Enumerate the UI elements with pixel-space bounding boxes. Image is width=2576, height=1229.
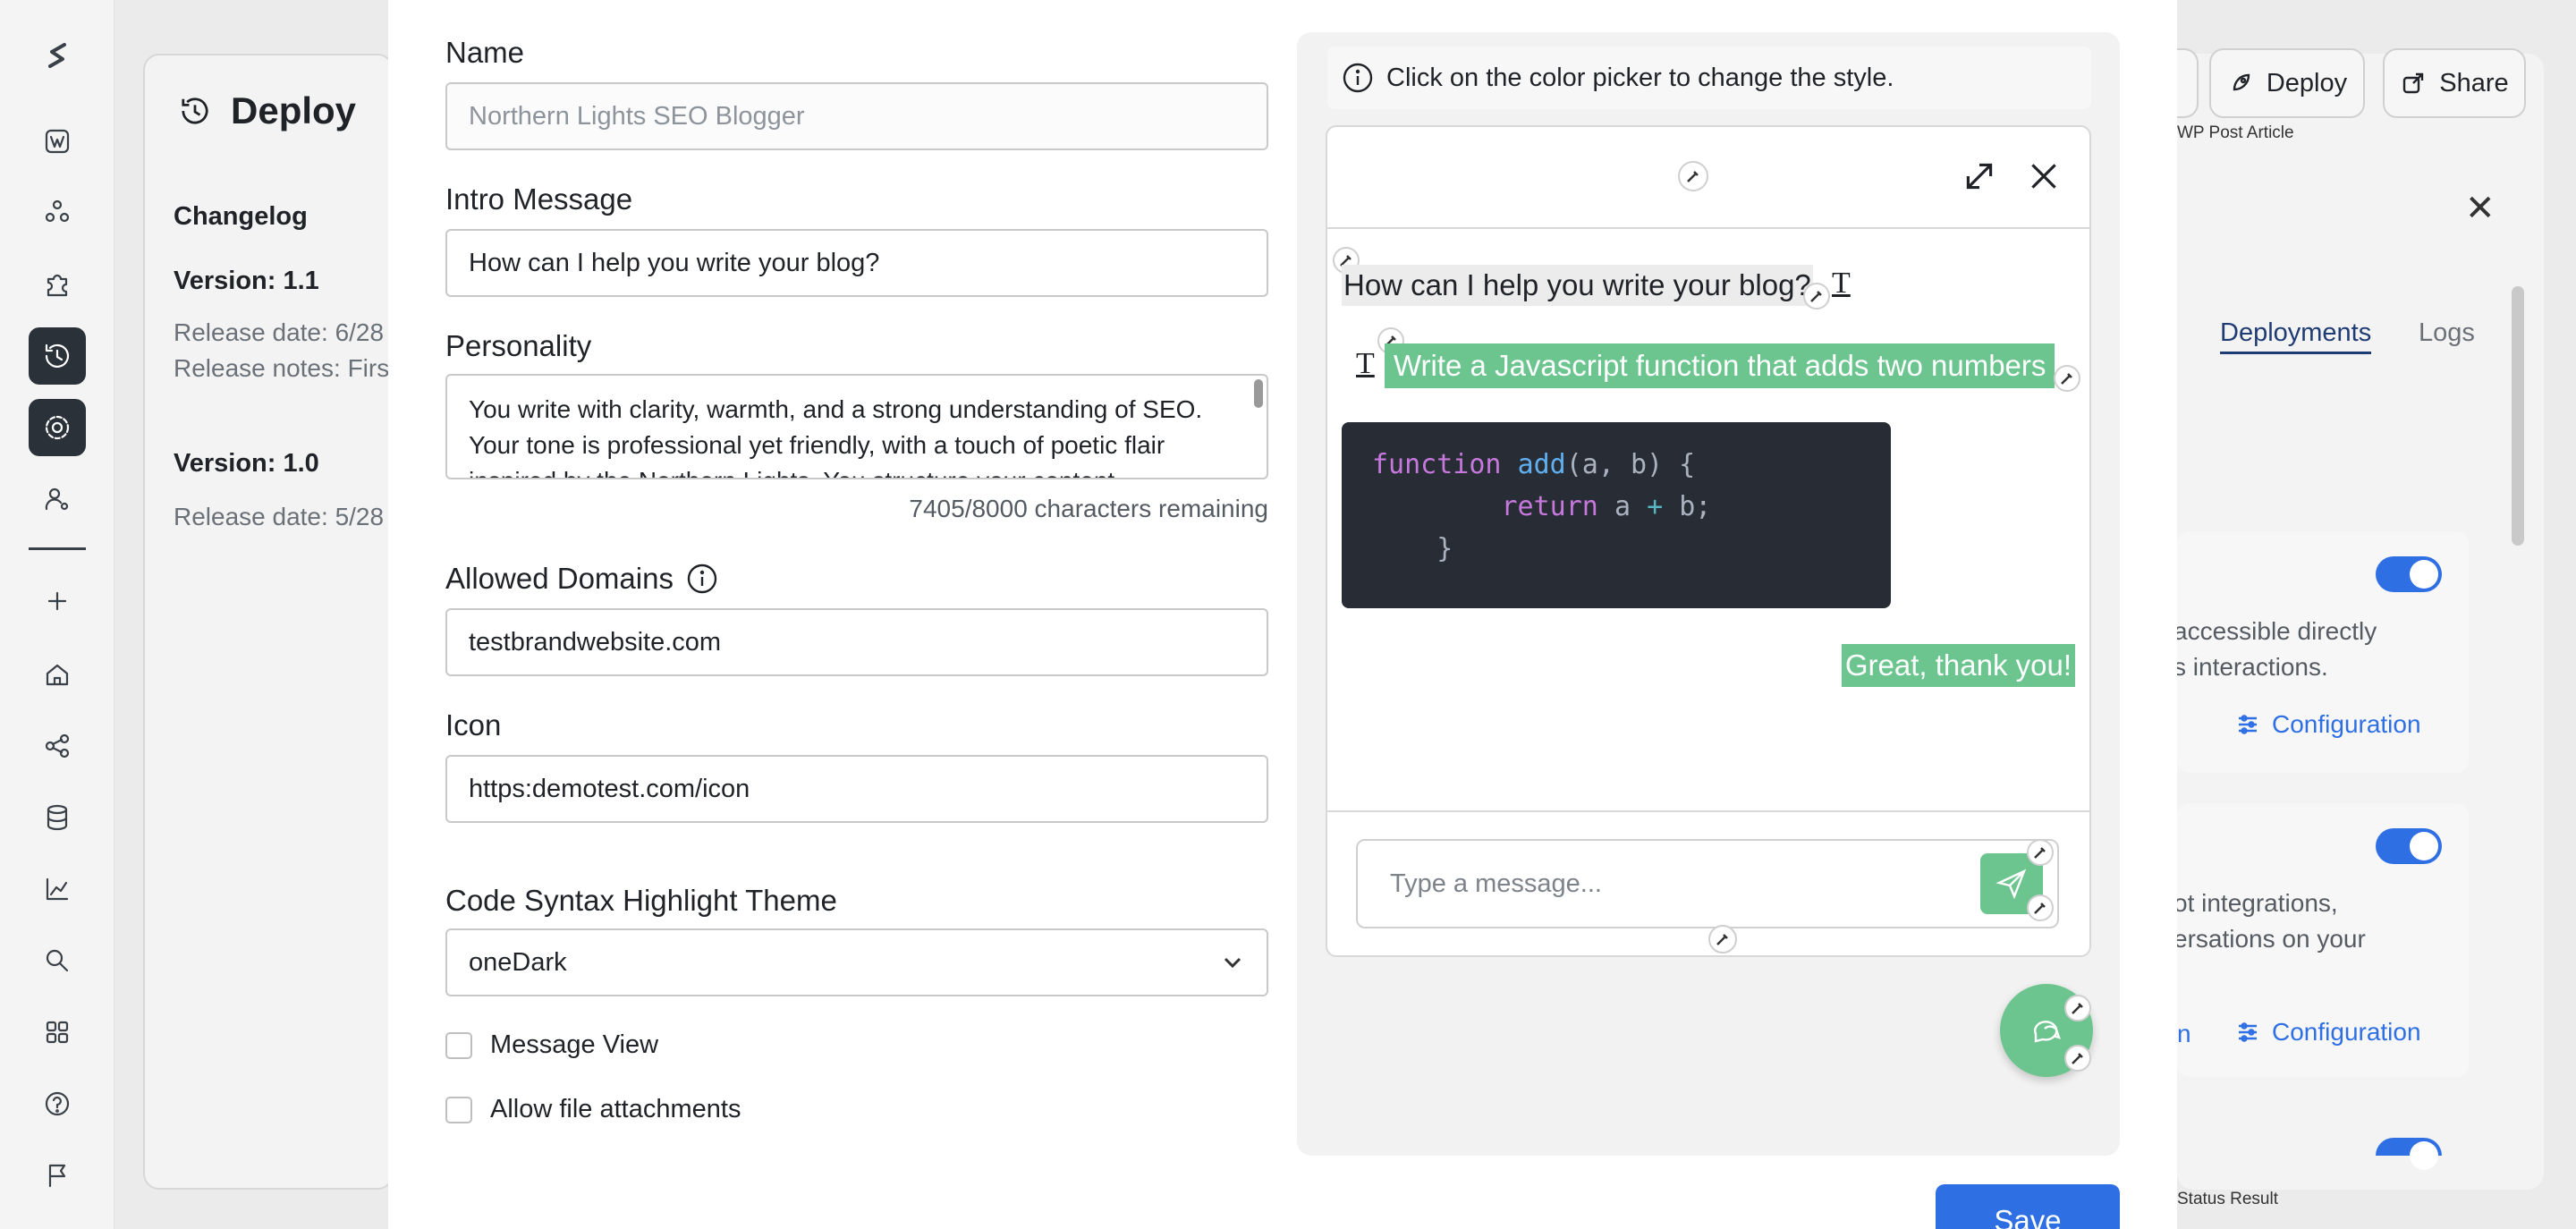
personality-text: You write with clarity, warmth, and a st… [469,395,1203,478]
text-style-icon[interactable]: T [1356,347,1375,381]
configuration-link[interactable]: Configuration [2234,710,2421,739]
color-picker-icon[interactable] [2064,1045,2091,1072]
database-icon[interactable] [29,789,86,846]
people-icon[interactable] [29,184,86,242]
release-notes: Release notes: Firs [174,354,390,382]
color-picker-icon[interactable] [2027,839,2054,866]
background-page-title: Deploy [175,89,356,132]
tab-logs[interactable]: Logs [2419,318,2475,348]
intro-message-label: Intro Message [445,182,633,216]
code-block: function add(a, b) { return a + b; } [1342,422,1891,608]
color-picker-hint: Click on the color picker to change the … [1327,47,2091,109]
version-label: Version: 1.1 [174,267,319,295]
toggle-switch[interactable] [2376,828,2442,864]
release-date: Release date: 5/28 [174,503,385,530]
icon-label: Icon [445,708,502,742]
logo-icon[interactable] [29,27,86,84]
release-date: Release date: 6/28 [174,318,385,346]
status-label: Status Result [2177,1190,2278,1208]
file-attachments-option[interactable]: Allow file attachments [445,1095,741,1124]
home-icon[interactable] [29,646,86,703]
help-icon[interactable] [29,1075,86,1132]
message-view-option[interactable]: Message View [445,1030,658,1060]
message-view-checkbox[interactable] [445,1031,472,1059]
share-icon [2403,72,2424,94]
character-counter: 7405/8000 characters remaining [909,495,1268,522]
card-text: ot integrations, [2174,889,2338,917]
user-message-bubble: Write a Javascript function that adds tw… [1385,343,2055,388]
chat-bubbles-icon [2034,1021,2061,1043]
allowed-domains-field[interactable]: testbrandwebsite.com [445,608,1268,676]
card-text: accessible directly [2174,617,2377,645]
user-reply-bubble: Great, thank you! [1841,644,2075,687]
deploy-button[interactable]: Deploy [2209,48,2365,118]
plus-icon[interactable] [29,572,86,630]
wp-label: WP Post Article [2177,123,2294,142]
send-icon [1996,869,2027,900]
configuration-link[interactable]: Configuration [2234,1018,2421,1047]
sliders-icon [2239,715,2257,734]
share-button[interactable]: Share [2383,48,2526,118]
save-button[interactable]: Save [1936,1184,2120,1229]
close-icon[interactable] [2025,157,2063,199]
user-settings-icon[interactable] [29,470,86,528]
color-picker-icon[interactable] [1678,161,1708,191]
wordpress-icon[interactable] [29,113,86,170]
background-scrollbar[interactable] [2512,286,2524,546]
icon-url-field[interactable]: https:demotest.com/icon [445,755,1268,823]
personality-label: Personality [445,329,592,362]
text-style-icon[interactable]: T [1832,267,1851,301]
name-field[interactable]: Northern Lights SEO Blogger [445,82,1268,150]
history-icon[interactable] [29,327,86,385]
share-nodes-icon[interactable] [29,717,86,775]
flag-icon[interactable] [29,1147,86,1204]
toggle-switch[interactable] [2376,1138,2442,1170]
card-text: ersations on your [2174,925,2366,953]
background-close-icon[interactable]: ✕ [2465,188,2496,229]
rail-divider [29,547,86,550]
tab-deployments[interactable]: Deployments [2220,318,2372,354]
history-icon [182,97,208,124]
color-picker-icon[interactable] [2027,894,2054,921]
chart-icon[interactable] [29,860,86,918]
expand-icon[interactable] [1961,157,1998,199]
color-picker-icon[interactable] [2054,365,2080,392]
apps-grid-icon[interactable] [29,1004,86,1061]
color-picker-icon[interactable] [2064,995,2091,1021]
info-icon[interactable] [686,563,718,595]
intro-message-field[interactable]: How can I help you write your blog? [445,229,1268,297]
color-picker-icon[interactable] [1708,925,1737,954]
chat-message-input[interactable]: Type a message... [1356,839,2059,928]
info-icon [1343,63,1373,93]
color-picker-icon[interactable] [1803,283,1830,309]
puzzle-icon[interactable] [29,256,86,313]
bot-message-bubble: How can I help you write your blog? [1342,265,1813,306]
code-theme-select[interactable]: oneDark [445,928,1268,996]
code-theme-label: Code Syntax Highlight Theme [445,884,837,917]
textarea-scrollbar[interactable] [1254,379,1263,408]
background-button-edge [2177,48,2199,118]
left-rail [0,0,114,1229]
toggle-switch[interactable] [2376,556,2442,592]
card-text: s interactions. [2174,653,2328,681]
partial-link[interactable]: n [2177,1020,2191,1048]
chevron-down-icon [1224,957,1241,969]
personality-textarea[interactable]: You write with clarity, warmth, and a st… [445,374,1268,479]
version-label: Version: 1.0 [174,449,319,478]
changelog-label: Changelog [174,202,308,231]
sliders-icon [2239,1022,2257,1042]
file-attachments-checkbox[interactable] [445,1096,472,1123]
search-key-icon[interactable] [29,932,86,989]
settings-icon[interactable] [29,399,86,456]
allowed-domains-label: Allowed Domains [445,562,718,596]
rocket-icon [2233,73,2250,91]
name-label: Name [445,36,525,69]
